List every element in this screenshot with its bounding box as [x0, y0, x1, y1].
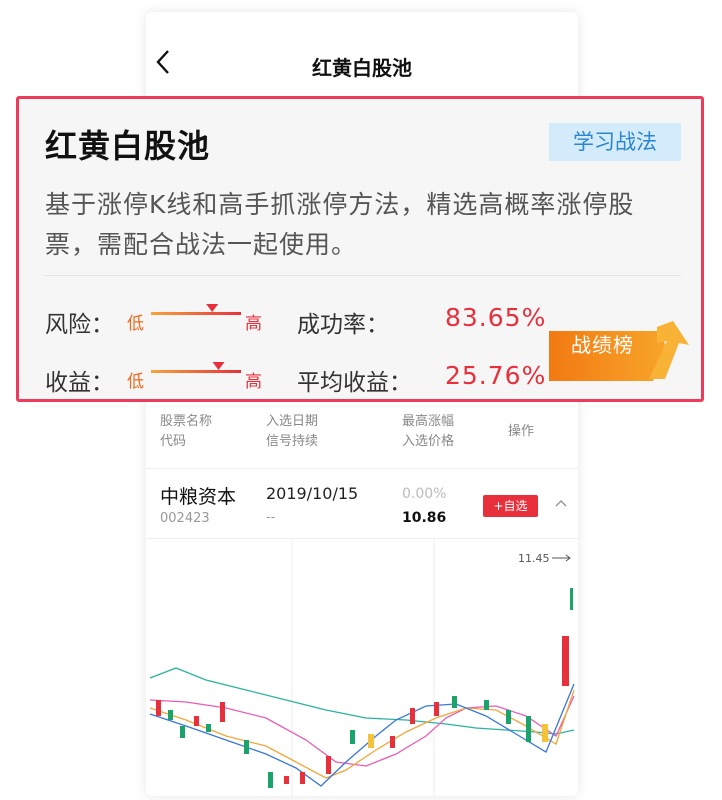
entry-date: 2019/10/15 — [266, 484, 359, 503]
page-title: 红黄白股池 — [312, 56, 412, 80]
risk-marker — [206, 304, 219, 312]
kline-chart: 11.45 — [149, 540, 575, 796]
header-action: 操作 — [508, 424, 535, 439]
risk-level-indicator — [151, 304, 241, 315]
candle — [206, 724, 211, 732]
header-rise-price: 最高涨幅 入选价格 — [402, 414, 455, 449]
candle — [562, 636, 569, 686]
stock-code: 002423 — [160, 511, 210, 526]
return-marker — [212, 362, 225, 370]
card-description: 基于涨停K线和高手抓涨停方法，精选高概率涨停股票，需配合战法一起使用。 — [45, 190, 635, 259]
learn-strategy-button[interactable]: 学习战法 — [549, 123, 681, 161]
candle — [526, 716, 531, 742]
ma-line-short — [149, 689, 575, 779]
candle — [506, 710, 511, 724]
success-rate-label: 成功率： — [297, 312, 389, 338]
candle — [180, 726, 185, 738]
candle — [244, 740, 249, 754]
candle — [484, 700, 489, 710]
leaderboard-button[interactable]: 战绩榜 — [549, 321, 689, 381]
divider — [45, 275, 681, 276]
strategy-info-card: 红黄白股池 学习战法 基于涨停K线和高手抓涨停方法，精选高概率涨停股票，需配合战… — [16, 96, 704, 402]
max-price-label: 11.45 — [518, 552, 550, 565]
max-rise: 0.00% — [402, 486, 447, 502]
navbar: 红黄白股池 — [146, 12, 578, 100]
signal-duration: -- — [266, 510, 276, 525]
leaderboard-label: 战绩榜 — [571, 333, 634, 357]
candle — [434, 702, 439, 716]
candle — [168, 710, 173, 720]
candle — [570, 588, 573, 610]
ma-line-fast — [149, 683, 575, 787]
success-rate-value: 83.65% — [445, 303, 547, 332]
ma-line-long — [149, 667, 575, 735]
stock-name: 中粮资本 — [160, 486, 237, 508]
candle — [542, 724, 548, 742]
candle — [326, 756, 331, 774]
return-low-label: 低 — [127, 372, 144, 392]
return-label: 收益： — [45, 370, 114, 396]
card-title: 红黄白股池 — [45, 127, 211, 165]
return-level-indicator — [151, 362, 241, 373]
candle — [368, 734, 374, 748]
avg-return-value: 25.76% — [445, 361, 547, 390]
return-high-label: 高 — [245, 372, 262, 392]
header-name-code: 股票名称 代码 — [160, 414, 213, 449]
candle — [350, 730, 355, 744]
candle — [390, 736, 395, 748]
candle — [194, 716, 199, 726]
chevron-up-icon[interactable] — [554, 498, 568, 508]
candle — [156, 700, 161, 716]
entry-price: 10.86 — [402, 510, 447, 526]
candle — [300, 772, 305, 784]
candle — [452, 696, 457, 708]
candle — [220, 702, 225, 722]
return-track — [151, 370, 241, 373]
risk-low-label: 低 — [127, 314, 144, 334]
risk-high-label: 高 — [245, 314, 262, 334]
risk-track — [151, 312, 241, 315]
table-header: 股票名称 代码 入选日期 信号持续 最高涨幅 入选价格 操作 — [146, 408, 578, 469]
candle — [284, 776, 289, 784]
candle — [410, 708, 415, 724]
avg-return-label: 平均收益： — [297, 370, 412, 396]
header-date-duration: 入选日期 信号持续 — [266, 414, 319, 449]
table-row[interactable]: 中粮资本 002423 2019/10/15 -- 0.00% 10.86 +自… — [146, 470, 578, 539]
candle — [268, 772, 273, 788]
risk-label: 风险： — [45, 312, 114, 338]
add-watchlist-button[interactable]: +自选 — [483, 495, 538, 517]
